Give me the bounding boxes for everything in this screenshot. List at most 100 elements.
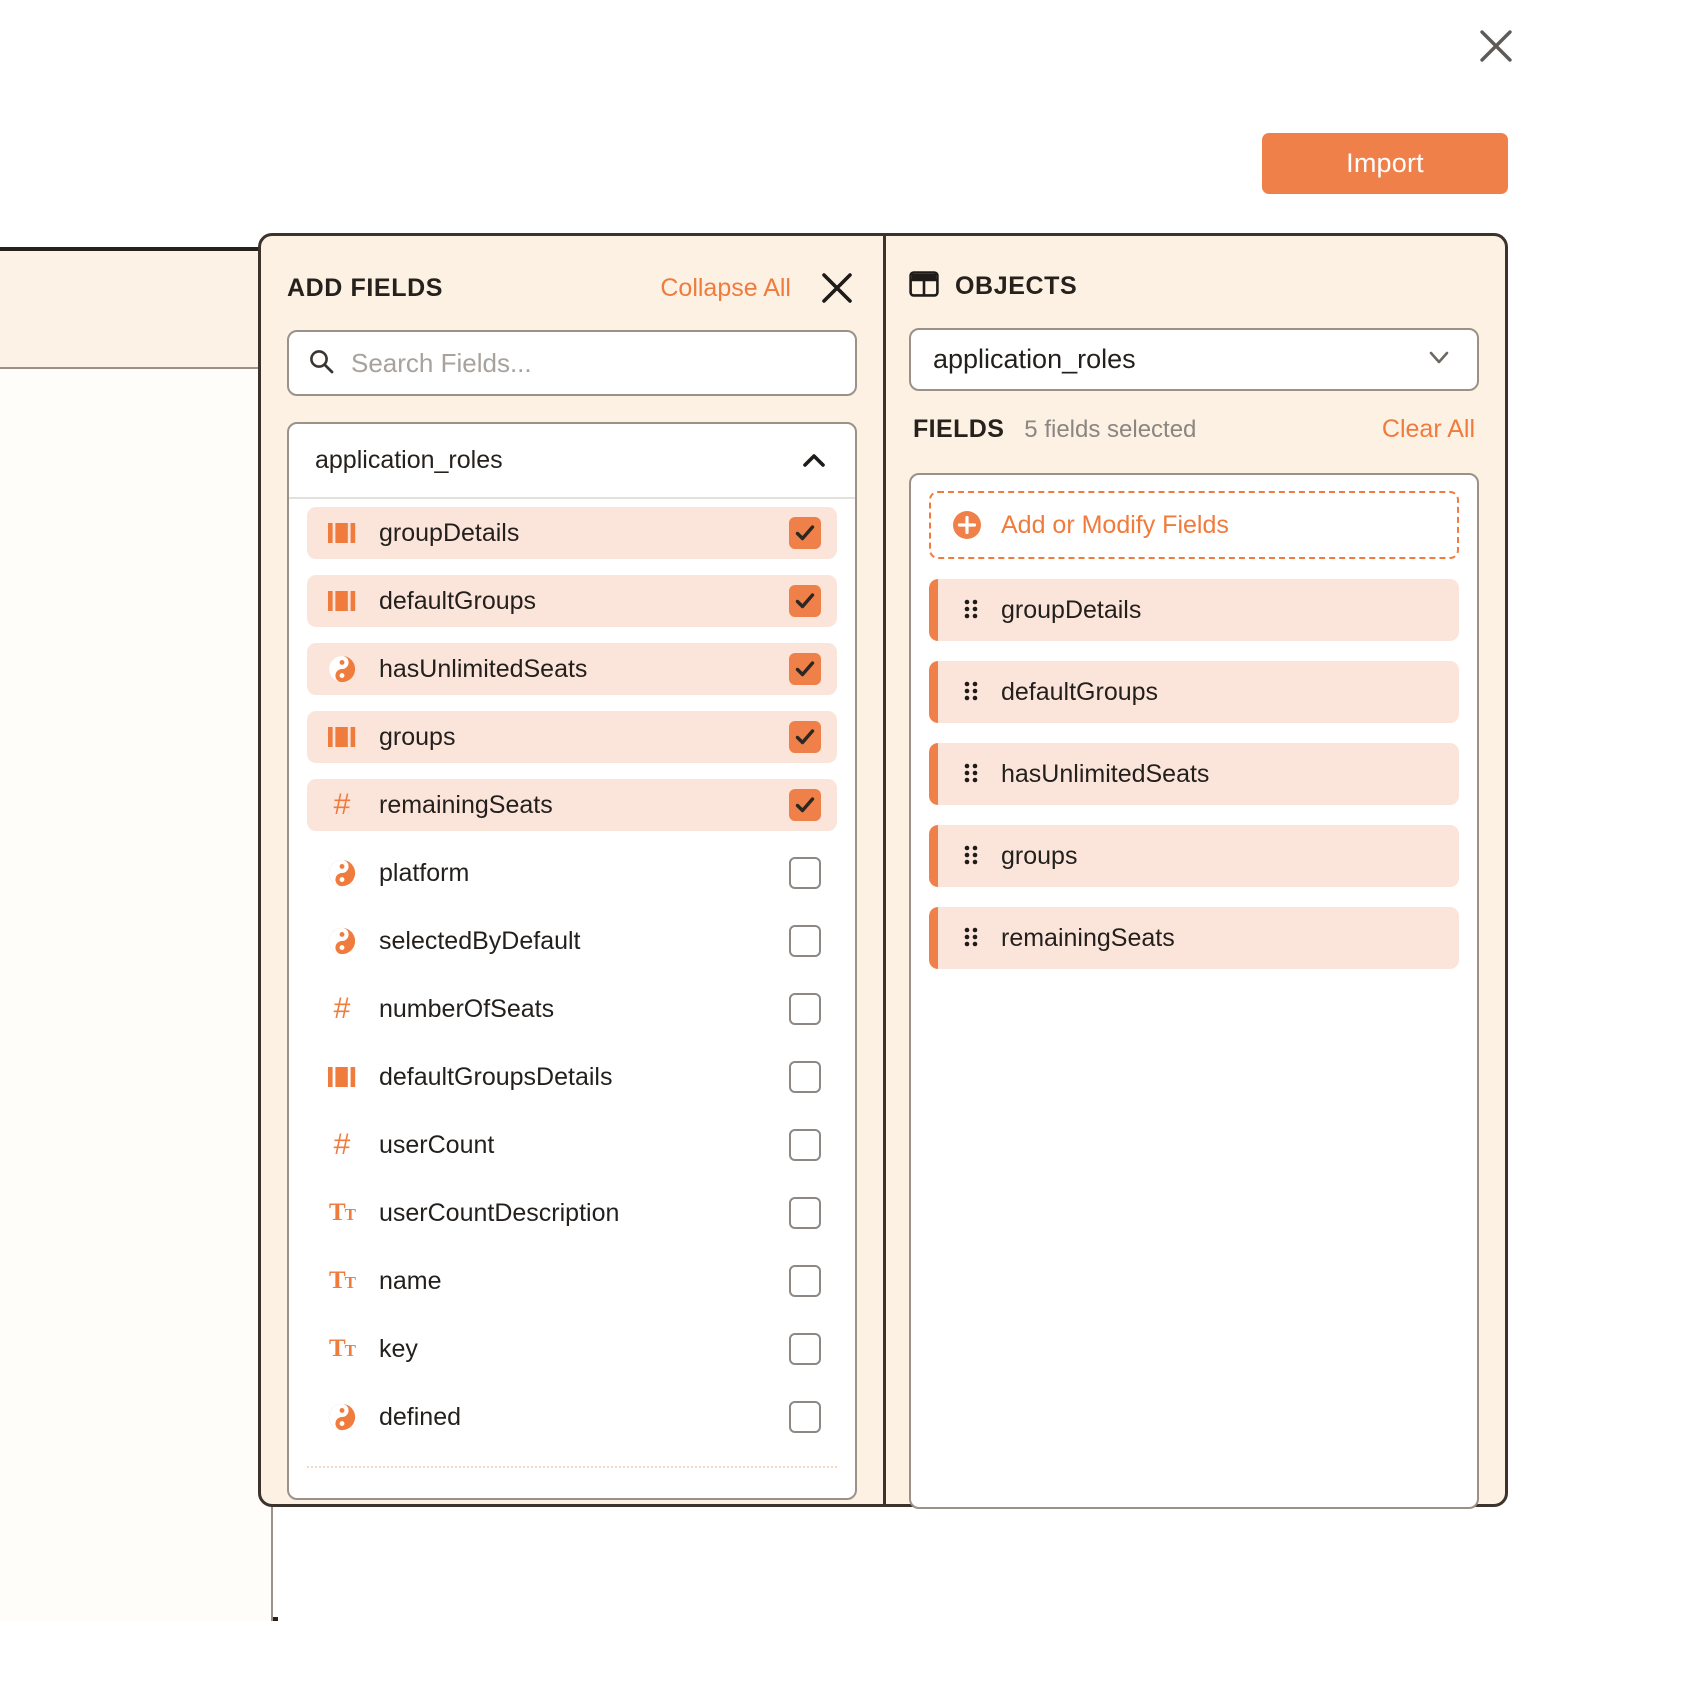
- drag-handle-icon[interactable]: [963, 597, 981, 623]
- field-checkbox[interactable]: [789, 585, 821, 617]
- field-checkbox[interactable]: [789, 1401, 821, 1433]
- selected-field-row[interactable]: defaultGroups: [929, 661, 1459, 723]
- field-picker-dialog: ADD FIELDS Collapse All application_role…: [258, 233, 1508, 1509]
- text-type-icon: TT: [328, 1267, 356, 1294]
- drag-handle-icon[interactable]: [963, 925, 981, 951]
- field-label: userCountDescription: [379, 1198, 620, 1227]
- selected-field-label: hasUnlimitedSeats: [1001, 759, 1210, 788]
- boolean-type-icon: [325, 926, 359, 956]
- field-row[interactable]: groupDetails: [307, 507, 837, 559]
- field-label: name: [379, 1266, 442, 1295]
- field-row[interactable]: # numberOfSeats: [307, 983, 837, 1035]
- field-checkbox[interactable]: [789, 1061, 821, 1093]
- table-icon: [909, 270, 939, 302]
- add-fields-title: ADD FIELDS: [287, 273, 443, 302]
- boolean-type-icon: [325, 1402, 359, 1432]
- background-table: [0, 247, 278, 1621]
- add-fields-header: ADD FIELDS Collapse All: [287, 266, 857, 310]
- close-add-fields-icon[interactable]: [817, 268, 857, 308]
- clear-all-button[interactable]: Clear All: [1382, 415, 1475, 444]
- add-or-modify-fields-label: Add or Modify Fields: [1001, 510, 1229, 539]
- selected-field-row[interactable]: groupDetails: [929, 579, 1459, 641]
- field-row[interactable]: TT key: [307, 1323, 837, 1375]
- number-type-icon: #: [333, 788, 351, 821]
- fields-group-card: application_roles groupDetails defaultGro…: [287, 422, 857, 1500]
- drag-handle-icon[interactable]: [963, 843, 981, 869]
- field-checkbox[interactable]: [789, 1197, 821, 1229]
- add-or-modify-fields-button[interactable]: Add or Modify Fields: [929, 491, 1459, 559]
- field-row[interactable]: TT name: [307, 1255, 837, 1307]
- selected-fields-list: groupDetails defaultGroups hasUnlimitedSea…: [929, 579, 1459, 969]
- field-label: hasUnlimitedSeats: [379, 654, 588, 683]
- search-field-wrapper[interactable]: [287, 330, 857, 396]
- object-select[interactable]: application_roles: [909, 328, 1479, 391]
- field-row[interactable]: defaultGroupsDetails: [307, 1051, 837, 1103]
- field-row[interactable]: hasUnlimitedSeats: [307, 643, 837, 695]
- selected-field-label: remainingSeats: [1001, 923, 1175, 952]
- fields-label: FIELDS: [913, 415, 1005, 443]
- field-label: selectedByDefault: [379, 926, 581, 955]
- field-checkbox[interactable]: [789, 653, 821, 685]
- chevron-up-icon[interactable]: [799, 446, 829, 476]
- field-checkbox[interactable]: [789, 789, 821, 821]
- field-row[interactable]: selectedByDefault: [307, 915, 837, 967]
- field-label: defaultGroups: [379, 586, 537, 615]
- field-checkbox[interactable]: [789, 517, 821, 549]
- field-label: groupDetails: [379, 518, 520, 547]
- array-type-icon: [325, 725, 359, 749]
- selected-count-text: 5 fields selected: [1024, 416, 1197, 443]
- field-checkbox[interactable]: [789, 1265, 821, 1297]
- add-fields-panel: ADD FIELDS Collapse All application_role…: [261, 236, 883, 1504]
- search-icon: [307, 347, 335, 380]
- field-label: groups: [379, 722, 456, 751]
- search-input[interactable]: [349, 346, 837, 380]
- background-table-body-cell: [0, 369, 273, 1621]
- selected-field-row[interactable]: hasUnlimitedSeats: [929, 743, 1459, 805]
- field-checkbox[interactable]: [789, 857, 821, 889]
- selected-field-row[interactable]: remainingSeats: [929, 907, 1459, 969]
- field-checkbox[interactable]: [789, 993, 821, 1025]
- field-row[interactable]: defaultGroups: [307, 575, 837, 627]
- boolean-type-icon: [325, 858, 359, 888]
- selected-field-row[interactable]: groups: [929, 825, 1459, 887]
- text-type-icon: TT: [328, 1199, 356, 1226]
- import-button[interactable]: Import: [1262, 133, 1508, 194]
- objects-title: OBJECTS: [955, 271, 1078, 300]
- close-icon[interactable]: [1472, 22, 1520, 70]
- plus-circle-icon: [951, 509, 983, 541]
- field-checkbox[interactable]: [789, 1129, 821, 1161]
- text-type-icon: TT: [328, 1335, 356, 1362]
- field-row[interactable]: groups: [307, 711, 837, 763]
- background-table-header-cell: [0, 251, 273, 369]
- field-checkbox[interactable]: [789, 721, 821, 753]
- objects-header: OBJECTS: [909, 266, 1479, 306]
- field-checkbox[interactable]: [789, 1333, 821, 1365]
- selected-field-label: defaultGroups: [1001, 677, 1159, 706]
- field-checkbox[interactable]: [789, 925, 821, 957]
- drag-handle-icon[interactable]: [963, 679, 981, 705]
- collapse-all-button[interactable]: Collapse All: [660, 274, 791, 303]
- object-select-value: application_roles: [933, 344, 1136, 374]
- array-type-icon: [325, 521, 359, 545]
- selected-fields-card: Add or Modify Fields groupDetails default…: [909, 473, 1479, 1509]
- field-label: userCount: [379, 1130, 495, 1159]
- field-label: remainingSeats: [379, 790, 553, 819]
- fields-group-name: application_roles: [315, 446, 503, 474]
- field-row[interactable]: # userCount: [307, 1119, 837, 1171]
- field-row[interactable]: defined: [307, 1391, 837, 1443]
- field-label: numberOfSeats: [379, 994, 555, 1023]
- number-type-icon: #: [333, 1128, 351, 1161]
- field-row[interactable]: TT userCountDescription: [307, 1187, 837, 1239]
- boolean-type-icon: [325, 654, 359, 684]
- field-label: platform: [379, 858, 470, 887]
- fields-group-header[interactable]: application_roles: [289, 424, 855, 499]
- array-type-icon: [325, 1065, 359, 1089]
- field-label: key: [379, 1334, 418, 1363]
- fields-list-separator: [307, 1466, 837, 1468]
- selected-field-label: groups: [1001, 841, 1078, 870]
- field-row[interactable]: # remainingSeats: [307, 779, 837, 831]
- field-row[interactable]: platform: [307, 847, 837, 899]
- chevron-down-icon[interactable]: [1423, 341, 1455, 378]
- drag-handle-icon[interactable]: [963, 761, 981, 787]
- fields-meta-row: FIELDS 5 fields selected Clear All: [909, 415, 1479, 451]
